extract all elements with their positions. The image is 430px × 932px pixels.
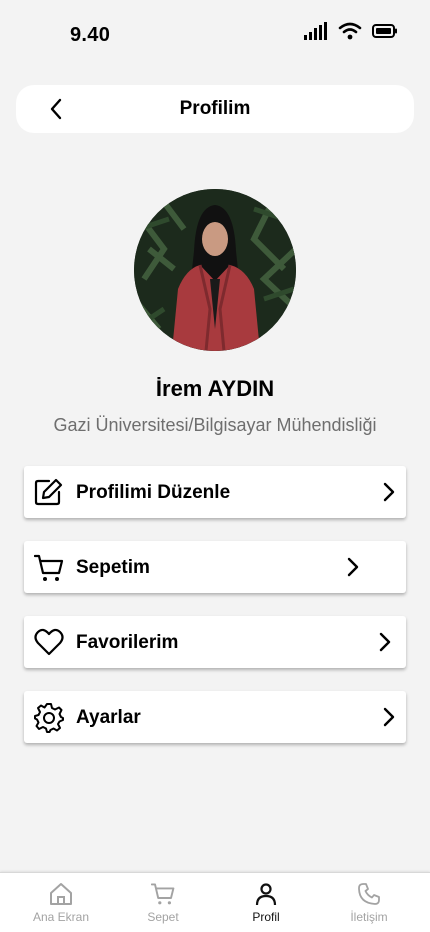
profile-subtitle: Gazi Üniversitesi/Bilgisayar Mühendisliğ… <box>53 415 377 435</box>
gear-icon <box>34 703 64 733</box>
heart-icon <box>34 628 64 656</box>
nav-item-home[interactable]: Ana Ekran <box>16 873 106 932</box>
home-icon <box>50 883 72 905</box>
menu-item-cart[interactable]: Sepetim <box>24 541 406 593</box>
menu-label: Favorilerim <box>76 632 179 653</box>
nav-item-profile[interactable]: Profil <box>221 873 311 932</box>
page-title: Profilim <box>179 98 251 119</box>
person-icon <box>255 883 277 906</box>
profile-name: İrem AYDIN <box>155 376 275 401</box>
chevron-right-icon <box>347 557 359 577</box>
menu-label: Sepetim <box>76 557 150 578</box>
nav-item-cart[interactable]: Sepet <box>118 873 208 932</box>
cart-icon <box>151 883 175 905</box>
phone-icon <box>358 883 380 905</box>
battery-icon <box>372 24 398 38</box>
status-bar: 9.40 <box>0 0 430 70</box>
nav-label: İletişim <box>350 910 388 924</box>
status-icons <box>304 22 398 40</box>
header-bar: Profilim <box>16 85 414 133</box>
chevron-right-icon <box>383 707 395 727</box>
cart-icon <box>33 553 64 581</box>
menu-item-settings[interactable]: Ayarlar <box>24 691 406 743</box>
menu-item-edit-profile[interactable]: Profilimi Düzenle <box>24 466 406 518</box>
menu-label: Profilimi Düzenle <box>76 482 231 503</box>
nav-label: Profil <box>252 910 280 924</box>
status-time: 9.40 <box>70 24 111 46</box>
bottom-nav: Ana Ekran Sepet Profil İletişim <box>0 872 430 932</box>
menu-label: Ayarlar <box>76 707 141 728</box>
wifi-icon <box>338 22 362 40</box>
nav-label: Sepet <box>147 910 179 924</box>
nav-label: Ana Ekran <box>32 910 90 924</box>
chevron-right-icon <box>379 632 391 652</box>
chevron-right-icon <box>383 482 395 502</box>
menu-item-favorites[interactable]: Favorilerim <box>24 616 406 668</box>
avatar <box>134 189 296 351</box>
nav-item-contact[interactable]: İletişim <box>324 873 414 932</box>
edit-icon <box>34 478 64 506</box>
signal-icon <box>304 22 328 40</box>
